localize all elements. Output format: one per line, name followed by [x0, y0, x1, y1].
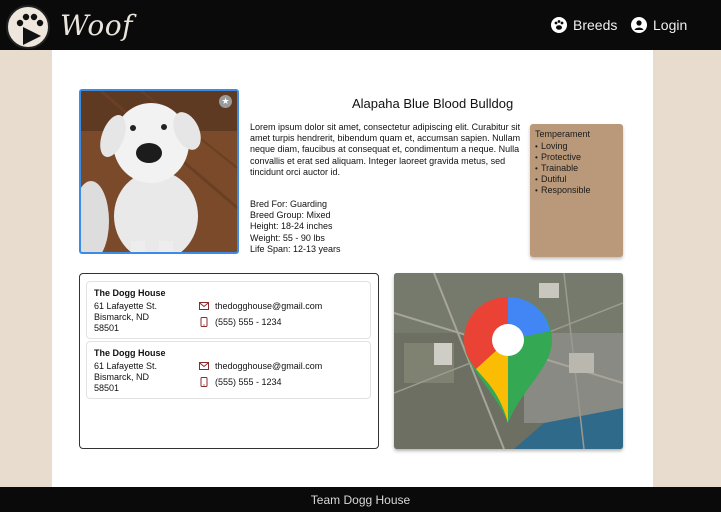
- nav-breeds-label: Breeds: [573, 17, 618, 33]
- contact-email-text: thedogghouse@gmail.com: [215, 361, 323, 371]
- contact-address: 61 Lafayette St. Bismarck, ND 58501: [94, 301, 194, 334]
- address-line: 61 Lafayette St.: [94, 301, 158, 311]
- temperament-item: Trainable: [535, 163, 618, 174]
- address-line: Bismarck, ND: [94, 312, 150, 322]
- temperament-item: Dutiful: [535, 174, 618, 185]
- contact-email-text: thedogghouse@gmail.com: [215, 301, 323, 311]
- address-line: 58501: [94, 383, 120, 393]
- contact-phone[interactable]: (555) 555 - 1234: [199, 377, 282, 387]
- dog-photo: ★: [79, 89, 239, 254]
- temperament-card: Temperament Loving Protective Trainable …: [530, 124, 623, 257]
- contact-phone-text: (555) 555 - 1234: [215, 377, 282, 387]
- address-line: 61 Lafayette St.: [94, 361, 158, 371]
- temperament-title: Temperament: [535, 129, 591, 139]
- temperament-item: Protective: [535, 152, 618, 163]
- bred-for: Bred For: Guarding: [250, 199, 328, 209]
- contact-email[interactable]: thedogghouse@gmail.com: [199, 301, 322, 311]
- satellite-map-image: [394, 273, 623, 449]
- location-map[interactable]: [394, 273, 623, 449]
- temperament-item: Loving: [535, 141, 618, 152]
- breed-facts: Bred For: Guarding Breed Group: Mixed He…: [250, 199, 490, 255]
- nav-login-label: Login: [653, 17, 688, 33]
- contact-phone[interactable]: (555) 555 - 1234: [199, 317, 282, 327]
- contact-card[interactable]: The Dogg House 61 Lafayette St. Bismarck…: [86, 281, 371, 339]
- breed-title: Alapaha Blue Blood Bulldog: [352, 96, 514, 111]
- star-icon[interactable]: ★: [219, 95, 232, 108]
- contact-address: 61 Lafayette St. Bismarck, ND 58501: [94, 361, 194, 394]
- address-line: 58501: [94, 323, 120, 333]
- breed-description: Lorem ipsum dolor sit amet, consectetur …: [250, 122, 521, 177]
- weight: Weight: 55 - 90 lbs: [250, 232, 325, 243]
- temperament-item: Responsible: [535, 185, 618, 196]
- nav-login-link[interactable]: Login: [631, 0, 687, 50]
- contact-card[interactable]: The Dogg House 61 Lafayette St. Bismarck…: [86, 341, 371, 399]
- footer: Team Dogg House: [0, 487, 721, 512]
- dog-image: [81, 91, 237, 252]
- contact-email[interactable]: thedogghouse@gmail.com: [199, 361, 322, 371]
- paw-icon: [551, 17, 567, 33]
- contact-name: The Dogg House: [94, 348, 166, 358]
- temperament-list: Loving Protective Trainable Dutiful Resp…: [535, 141, 618, 196]
- footer-text: Team Dogg House: [310, 492, 411, 507]
- contact-phone-text: (555) 555 - 1234: [215, 317, 282, 327]
- user-icon: [631, 17, 647, 33]
- logo[interactable]: [6, 5, 50, 49]
- contacts-panel: The Dogg House 61 Lafayette St. Bismarck…: [79, 273, 379, 449]
- phone-icon: [200, 317, 208, 327]
- navbar: Woof Breeds Login: [0, 0, 721, 50]
- contact-name: The Dogg House: [94, 288, 166, 298]
- breed-detail-panel: ★ Alapaha Blue Blood Bulldog Lorem ipsum…: [52, 50, 653, 487]
- address-line: Bismarck, ND: [94, 372, 150, 382]
- phone-icon: [200, 377, 208, 387]
- nav-breeds-link[interactable]: Breeds: [551, 0, 617, 50]
- life-span: Life Span: 12-13 years: [250, 243, 341, 254]
- height: Height: 18-24 inches: [250, 221, 333, 232]
- breed-group: Breed Group: Mixed: [250, 210, 331, 221]
- paw-play-icon: [16, 13, 44, 45]
- mail-icon: [199, 302, 209, 310]
- mail-icon: [199, 362, 209, 370]
- brand-name[interactable]: Woof: [60, 9, 133, 42]
